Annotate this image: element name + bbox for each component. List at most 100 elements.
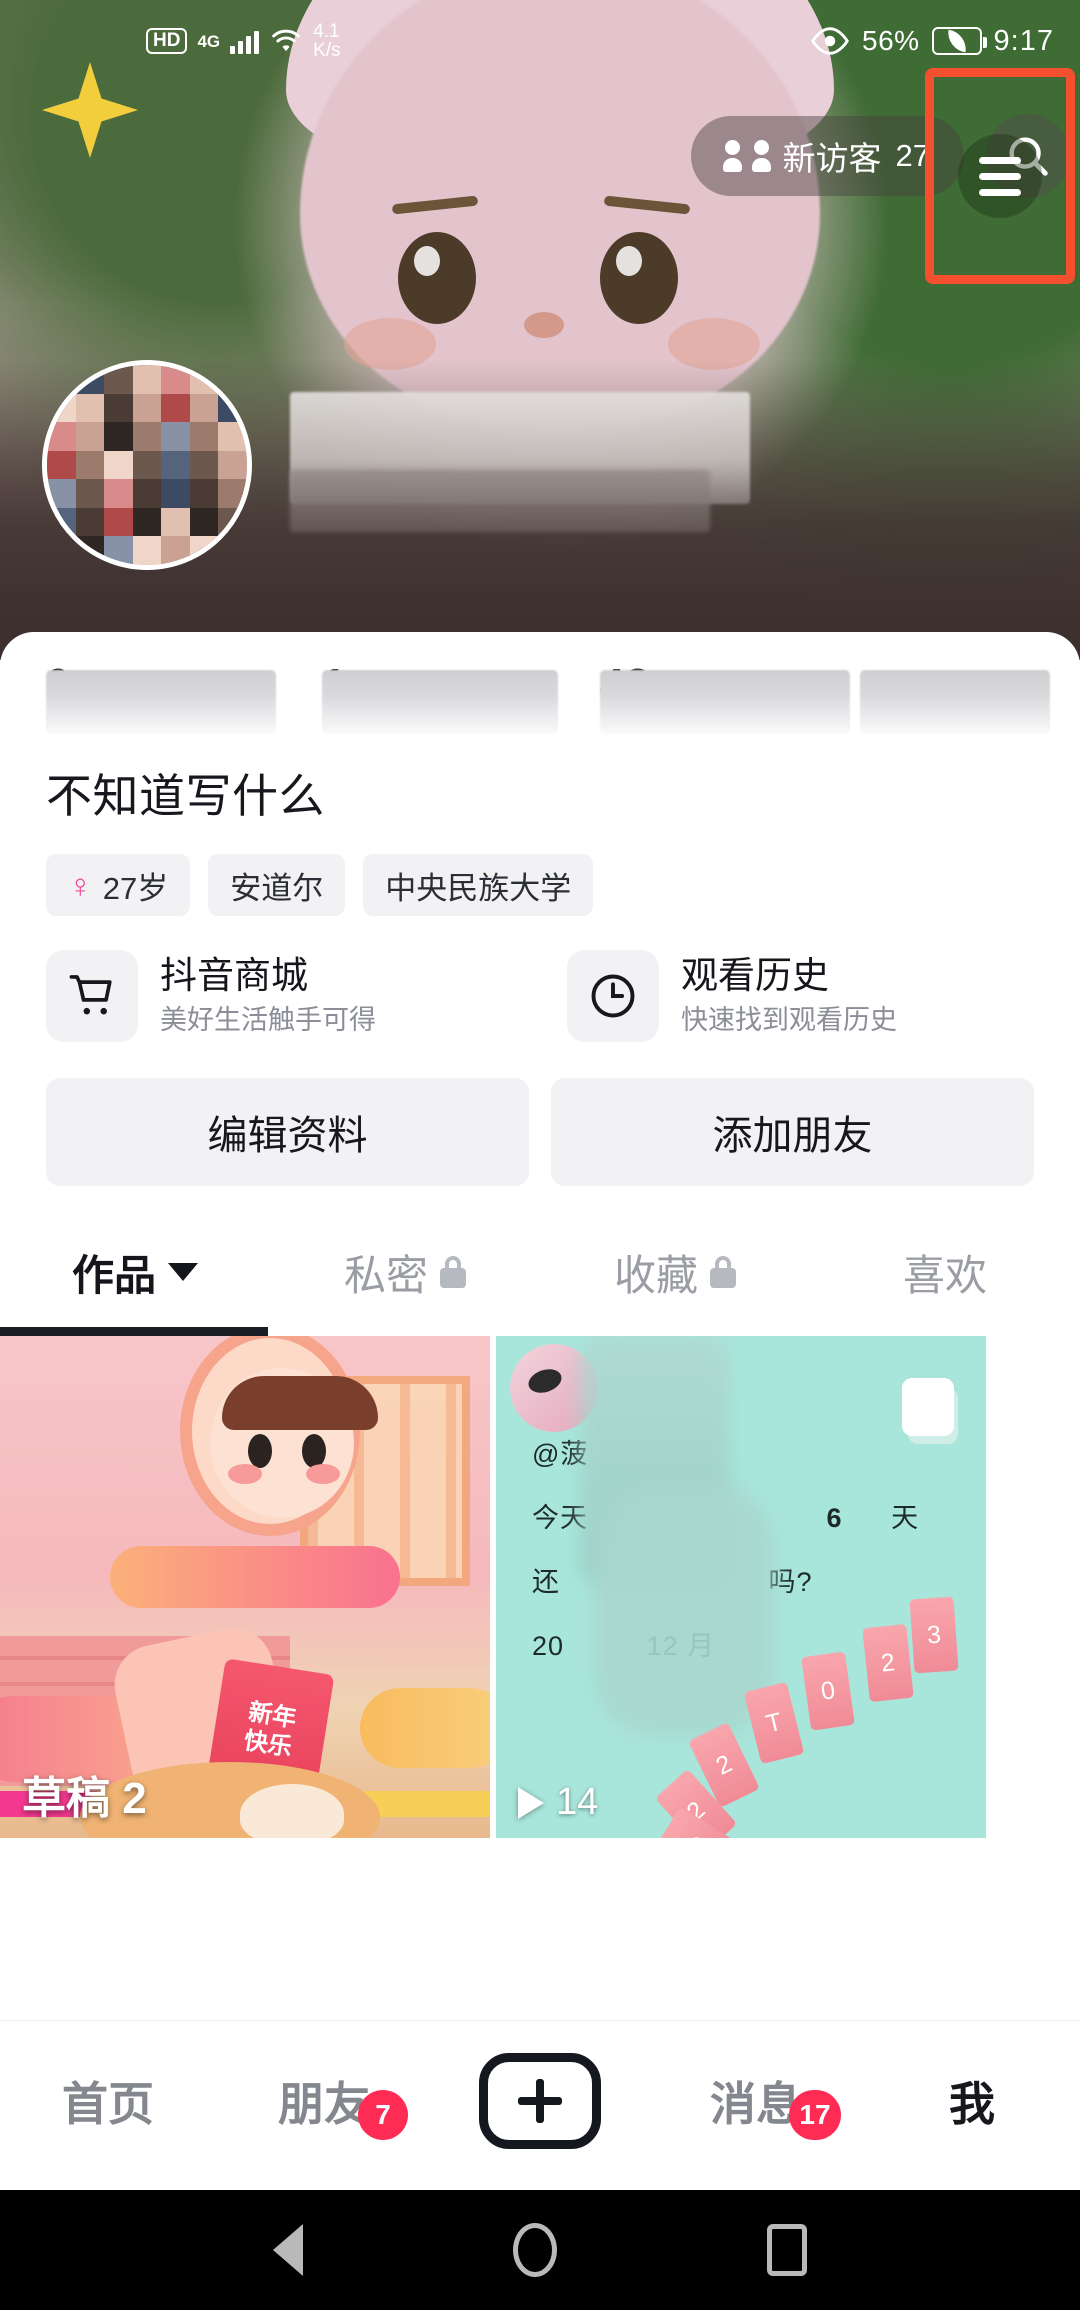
lock-icon: [440, 1256, 466, 1288]
lock-icon: [710, 1256, 736, 1288]
tag-age-label: 27岁: [103, 863, 168, 908]
menu-highlight-box: [925, 68, 1075, 284]
shortcut-mall-subtitle: 美好生活触手可得: [160, 1003, 376, 1038]
network-speed: 4.1 K/s: [313, 22, 340, 61]
plus-create-icon: [479, 2053, 601, 2149]
card-art-dumpling: [240, 1784, 344, 1838]
profile-sheet: 0 1 43 不知道写什么 ♀ 27岁 安道尔 中央民族大学: [0, 632, 1080, 2018]
domino-tile: T: [744, 1682, 805, 1764]
shortcut-history[interactable]: 观看历史 快速找到观看历史: [567, 950, 1034, 1042]
card-art-sleeve-right: [360, 1688, 490, 1768]
tab-works[interactable]: 作品: [0, 1242, 270, 1303]
banner-art-eye-left: [398, 232, 476, 324]
multi-page-icon: [902, 1378, 958, 1440]
play-count-text: 14: [556, 1781, 598, 1824]
domino-tile: 3: [909, 1597, 958, 1674]
new-visitors-label: 新访客: [783, 132, 882, 180]
add-friend-button[interactable]: 添加朋友: [551, 1078, 1034, 1186]
profile-tags: ♀ 27岁 安道尔 中央民族大学: [0, 826, 1080, 916]
recents-square-icon[interactable]: [767, 2224, 807, 2276]
app-screen: HD 4G 4.1 K/s 56% 9:17: [0, 0, 1080, 2310]
draft-label-text: 草稿: [22, 1774, 110, 1823]
new-visitors-button[interactable]: 新访客 27: [691, 116, 964, 196]
nav-create[interactable]: [432, 2053, 648, 2149]
tag-location[interactable]: 安道尔: [208, 854, 345, 916]
shortcut-history-subtitle: 快速找到观看历史: [681, 1003, 897, 1038]
draft-badge: 草稿 2: [22, 1762, 147, 1826]
status-bar-clock: 9:17: [994, 25, 1054, 58]
tag-school-label: 中央民族大学: [385, 863, 571, 908]
video-grid: 新年快乐 草稿 2 @菠 今天 6 天: [0, 1336, 1080, 1838]
chevron-down-icon: [168, 1263, 198, 1281]
clock-icon: [567, 950, 659, 1042]
hd-icon: HD: [146, 28, 187, 54]
banner-art-eye-right: [600, 232, 678, 324]
shortcut-mall-title: 抖音商城: [160, 954, 376, 998]
stat-following-censor[interactable]: [46, 670, 276, 734]
tab-private-label: 私密: [344, 1242, 428, 1303]
grid-item-video[interactable]: @菠 今天 6 天 还 吗? 20 12 月 0 2 3: [496, 1336, 986, 1838]
eye-icon: [810, 27, 850, 55]
nav-home[interactable]: 首页: [0, 2068, 216, 2134]
nav-messages-label: 消息: [710, 2068, 802, 2134]
stat-friends-censor[interactable]: [322, 670, 558, 734]
nav-home-label: 首页: [62, 2068, 154, 2134]
tag-age[interactable]: ♀ 27岁: [46, 854, 190, 916]
tab-liked[interactable]: 喜欢: [810, 1242, 1080, 1303]
shortcuts-row: 抖音商城 美好生活触手可得 观看历史 快速找到观看历史: [0, 916, 1080, 1042]
wifi-icon: [269, 27, 303, 55]
network-speed-unit: K/s: [313, 41, 340, 60]
play-icon: [518, 1787, 544, 1819]
battery-percent-label: 56%: [862, 25, 920, 57]
domino-tile: 0: [801, 1651, 855, 1730]
nav-messages[interactable]: 消息 17: [648, 2068, 864, 2134]
domino-tile: 2: [862, 1624, 913, 1702]
stats-row: 0 1 43: [0, 632, 1080, 750]
tab-favorites[interactable]: 收藏: [540, 1242, 810, 1303]
tab-private[interactable]: 私密: [270, 1242, 540, 1303]
tab-works-label: 作品: [72, 1242, 156, 1303]
battery-icon: [932, 27, 982, 55]
hamburger-menu-icon: [979, 157, 1021, 164]
stat-extra-censor: [860, 670, 1050, 734]
avatar-pixelation: [47, 365, 247, 565]
hamburger-menu-button[interactable]: [958, 134, 1042, 218]
profile-action-buttons: 编辑资料 添加朋友: [0, 1042, 1080, 1186]
nav-me[interactable]: 我: [864, 2068, 1080, 2134]
banner-art-blush-right: [668, 318, 760, 370]
card-art-face: [210, 1368, 354, 1518]
status-bar: HD 4G 4.1 K/s 56% 9:17: [0, 0, 1080, 82]
play-count-badge: 14: [518, 1781, 598, 1824]
banner-art-blush-left: [344, 318, 436, 370]
home-circle-icon[interactable]: [513, 2223, 557, 2277]
tag-school[interactable]: 中央民族大学: [363, 854, 593, 916]
back-triangle-icon[interactable]: [273, 2224, 303, 2276]
card-art-hair: [222, 1376, 378, 1430]
nav-friends-label: 朋友: [278, 2068, 370, 2134]
signal-bars-icon: [230, 28, 259, 54]
people-icon: [725, 140, 769, 172]
banner-art-nose: [524, 312, 564, 338]
nav-me-label: 我: [949, 2068, 995, 2134]
system-navigation-bar: [0, 2190, 1080, 2310]
edit-profile-button[interactable]: 编辑资料: [46, 1078, 529, 1186]
content-tabs: 作品 私密 收藏 喜欢: [0, 1208, 1080, 1336]
user-id-censored: [290, 470, 710, 532]
shopping-cart-icon: [46, 950, 138, 1042]
network-type-label: 4G: [197, 33, 220, 50]
active-tab-indicator: [0, 1327, 268, 1336]
shortcut-history-title: 观看历史: [681, 954, 897, 998]
network-speed-value: 4.1: [313, 22, 340, 41]
female-gender-icon: ♀: [68, 869, 93, 902]
nav-friends[interactable]: 朋友 7: [216, 2068, 432, 2134]
nav-messages-badge: 17: [789, 2090, 840, 2140]
tag-location-label: 安道尔: [230, 863, 323, 908]
grid-item-draft[interactable]: 新年快乐 草稿 2: [0, 1336, 490, 1838]
draft-count: 2: [122, 1774, 146, 1823]
card-art-banner: [110, 1546, 400, 1608]
shortcut-mall[interactable]: 抖音商城 美好生活触手可得: [46, 950, 513, 1042]
profile-bio[interactable]: 不知道写什么: [0, 750, 1080, 826]
bottom-navigation: 首页 朋友 7 消息 17 我: [0, 2020, 1080, 2180]
avatar[interactable]: [42, 360, 252, 570]
stat-followers-censor[interactable]: [600, 670, 850, 734]
